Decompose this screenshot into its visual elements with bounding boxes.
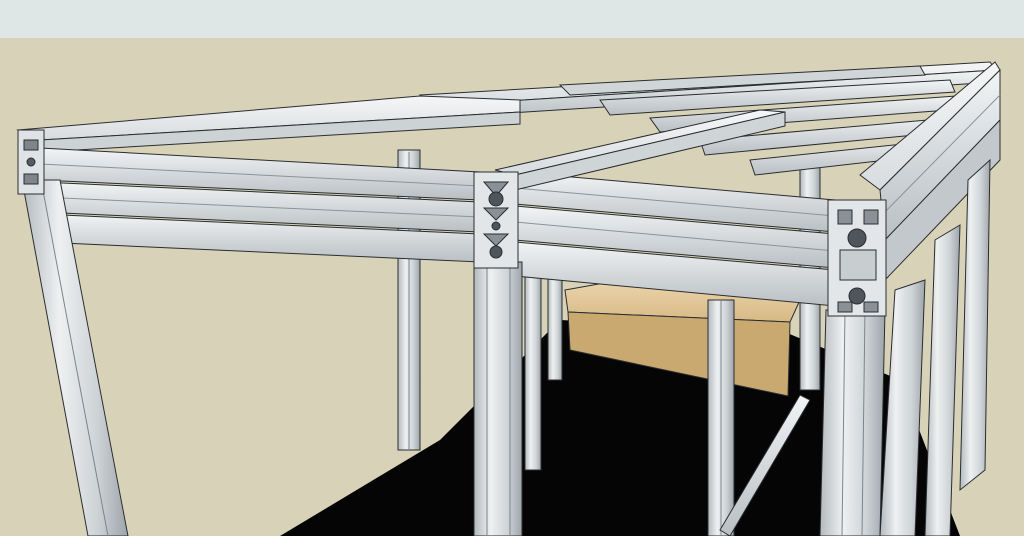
extrusion-end-center	[473, 171, 519, 269]
front-center-leg	[473, 261, 523, 536]
extrusion-end-right	[827, 199, 887, 317]
frame-render	[0, 0, 1024, 536]
cad-render-scene	[0, 0, 1024, 536]
extrusion-end-left	[17, 129, 45, 195]
front-right-leg	[819, 309, 886, 536]
sky	[0, 0, 1024, 38]
